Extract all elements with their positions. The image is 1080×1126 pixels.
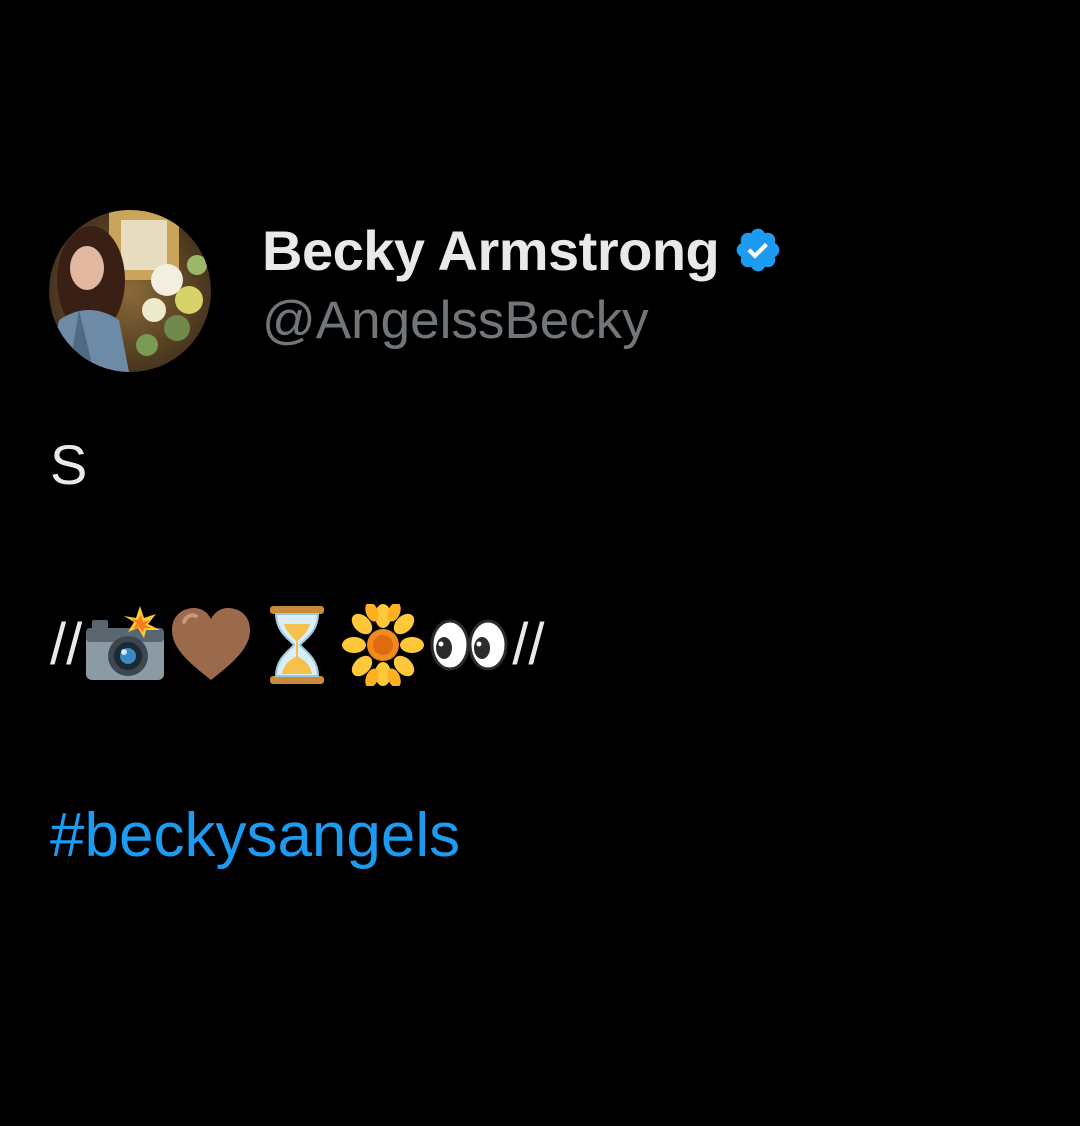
- name-row: Becky Armstrong: [262, 214, 783, 286]
- avatar[interactable]: [49, 210, 211, 372]
- hashtag-link[interactable]: #beckysangels: [50, 800, 460, 871]
- emoji-line-prefix: //: [50, 612, 83, 677]
- user-info: Becky Armstrong @AngelssBecky: [262, 214, 783, 351]
- tweet-card[interactable]: Becky Armstrong @AngelssBecky S // // #b…: [0, 0, 1080, 1126]
- tweet-text-line: S: [50, 433, 88, 496]
- handle[interactable]: @AngelssBecky: [262, 290, 783, 351]
- verified-badge-icon[interactable]: [733, 225, 783, 275]
- camera-with-flash-icon: [84, 604, 166, 686]
- blossom-icon: [342, 604, 425, 686]
- emoji-line-suffix: //: [512, 612, 545, 677]
- display-name[interactable]: Becky Armstrong: [262, 218, 720, 283]
- brown-heart-icon: [170, 604, 252, 686]
- hourglass-icon: [256, 604, 338, 686]
- eyes-icon: [428, 604, 510, 686]
- emoji-line: // //: [50, 602, 544, 688]
